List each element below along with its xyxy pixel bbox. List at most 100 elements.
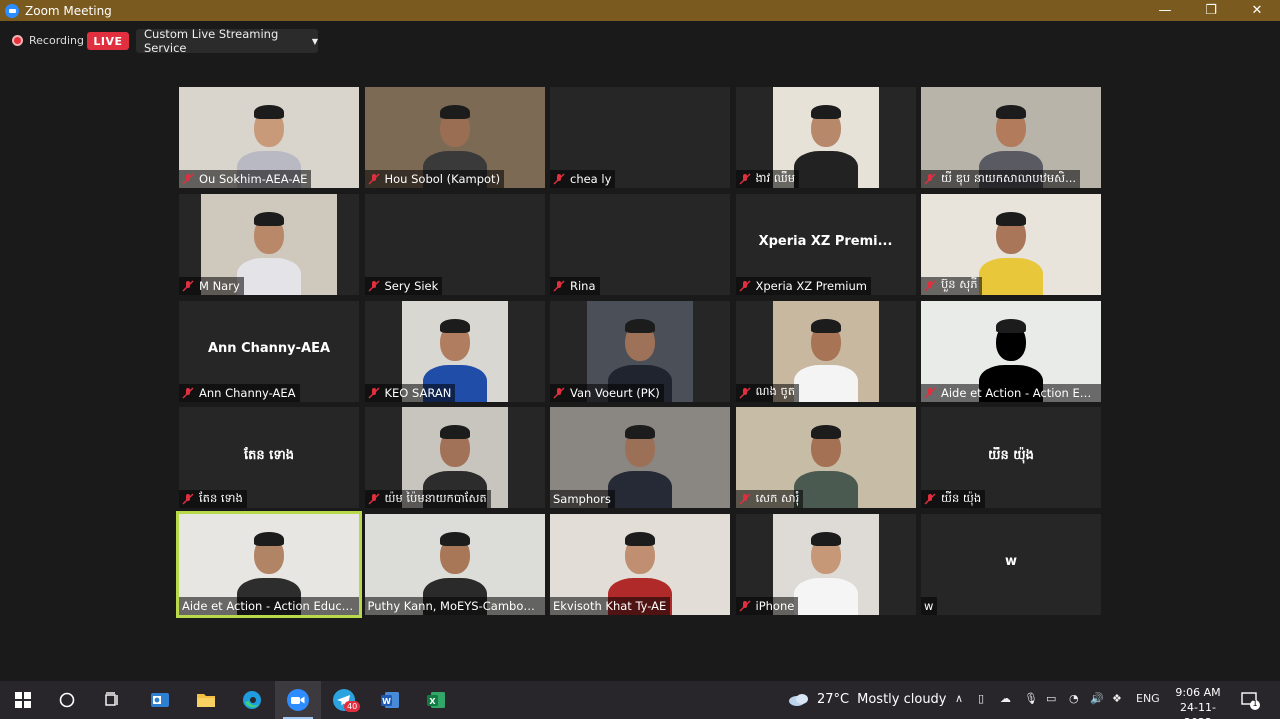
participant-center-name: យីន យ៉ុង xyxy=(988,448,1034,464)
cloud-icon xyxy=(789,694,808,706)
telegram-icon[interactable]: 40 xyxy=(331,687,361,713)
restore-button[interactable]: ❐ xyxy=(1188,0,1234,21)
weather-widget[interactable]: 27°C Mostly cloudy xyxy=(787,691,947,707)
minimize-button[interactable]: — xyxy=(1142,0,1188,21)
recording-indicator[interactable]: Recording xyxy=(12,34,84,47)
muted-mic-icon xyxy=(368,173,379,185)
muted-mic-icon xyxy=(553,173,565,185)
muted-mic-icon xyxy=(924,173,936,185)
participant-name: យ៉ម ប៉ៃមនាយកបាសែត xyxy=(384,490,487,505)
participant-name-label: សេក សារុំ xyxy=(735,490,804,509)
participant-name-label: Sery Siek xyxy=(364,276,443,295)
participant-tile[interactable]: ww xyxy=(921,514,1101,616)
zoom-icon[interactable] xyxy=(285,687,311,713)
participant-tile[interactable]: យ៉ម ប៉ៃមនាយកបាសែត xyxy=(364,407,545,509)
weather-temperature: 27°C xyxy=(817,691,850,707)
windows-taskbar: 40 W X 27°C Mostly cloudy ∧ ▯ ☁ 🎙 ▭ ◔ 🔊 … xyxy=(0,681,1280,719)
live-streaming-service-dropdown[interactable]: Custom Live Streaming Service ▼ xyxy=(136,27,318,55)
participant-tile[interactable]: M Nary xyxy=(179,193,359,295)
participant-name: Puthy Kann, MoEYS-Cambodia xyxy=(367,599,541,614)
participant-tile[interactable]: យី ឌុប នាយកសាលាបឋមសិ... xyxy=(921,87,1101,188)
task-view-icon[interactable] xyxy=(99,687,125,713)
participant-tile[interactable]: Sery Siek xyxy=(364,193,545,295)
participant-name: យីន យ៉ុង xyxy=(941,490,982,505)
close-button[interactable]: ✕ xyxy=(1234,0,1280,21)
muted-mic-icon xyxy=(553,387,565,399)
clock-date: 24-11-2022 xyxy=(1180,701,1216,719)
meeting-top-bar: Recording LIVE Custom Live Streaming Ser… xyxy=(0,21,1280,61)
participant-tile[interactable]: Ekvisoth Khat Ty-AE xyxy=(550,514,730,616)
participant-tile[interactable]: Ou Sokhim-AEA-AE xyxy=(179,87,359,188)
muted-mic-icon xyxy=(553,280,565,292)
excel-icon[interactable]: X xyxy=(423,687,449,713)
language-indicator[interactable]: ENG xyxy=(1136,692,1160,705)
participant-tile[interactable]: Aide et Action - Action Edu... xyxy=(921,300,1101,402)
notification-count: 1 xyxy=(1252,699,1258,708)
muted-mic-icon xyxy=(924,387,936,399)
participant-tile[interactable]: chea ly xyxy=(550,87,730,188)
battery-icon[interactable]: ▭ xyxy=(1046,692,1056,705)
participant-name: តែន ទោង xyxy=(199,490,243,505)
participant-tile[interactable]: Hou Sobol (Kampot) xyxy=(364,87,545,188)
participant-name-label: Aide et Action - Action Educati... xyxy=(179,597,359,616)
muted-mic-icon xyxy=(182,173,194,185)
wifi-icon[interactable]: ◔ xyxy=(1069,692,1079,705)
participant-tile[interactable]: ណង ចូត xyxy=(735,300,916,402)
participant-name: Aide et Action - Action Educati... xyxy=(182,599,355,614)
edge-icon[interactable] xyxy=(239,687,265,713)
window-title-bar: Zoom Meeting — ❐ ✕ xyxy=(0,0,1280,21)
stream-service-label: Custom Live Streaming Service xyxy=(144,27,279,55)
participant-tile[interactable]: Van Voeurt (PK) xyxy=(550,300,730,402)
window-title: Zoom Meeting xyxy=(25,3,112,18)
participant-tile[interactable]: យីន យ៉ុង យីន យ៉ុង xyxy=(921,407,1101,509)
participant-tile[interactable]: iPhone xyxy=(735,514,916,616)
file-explorer-icon[interactable] xyxy=(193,687,219,713)
participant-name-label: M Nary xyxy=(179,276,244,295)
weather-description: Mostly cloudy xyxy=(857,691,947,707)
participant-name: ណង ចូត xyxy=(755,384,796,399)
muted-mic-icon xyxy=(739,173,750,185)
participant-tile[interactable]: Ann Channy-AEA Ann Channy-AEA xyxy=(179,300,359,402)
muted-mic-icon xyxy=(368,493,379,505)
participant-name-label: Ou Sokhim-AEA-AE xyxy=(179,170,312,188)
chevron-up-icon[interactable]: ∧ xyxy=(955,692,963,705)
participant-tile[interactable]: Samphors xyxy=(550,407,730,509)
word-icon[interactable]: W xyxy=(377,687,403,713)
participant-tile[interactable]: ប៊ួន សុភី xyxy=(921,193,1101,295)
participant-tile[interactable]: Aide et Action - Action Educati... xyxy=(176,511,362,619)
microphone-icon[interactable]: 🎙 xyxy=(1024,692,1038,705)
taskbar-clock[interactable]: 9:06 AM 24-11-2022 xyxy=(1168,685,1228,719)
participant-name: Van Voeurt (PK) xyxy=(570,385,660,400)
outlook-icon[interactable] xyxy=(147,687,173,713)
participant-tile[interactable]: Xperia XZ Premi... Xperia XZ Premium xyxy=(735,193,916,295)
participant-name-label: Hou Sobol (Kampot) xyxy=(364,170,505,188)
muted-mic-icon xyxy=(368,387,379,399)
participant-name-label: iPhone xyxy=(735,597,799,616)
muted-mic-icon xyxy=(182,387,194,399)
participant-name: Xperia XZ Premium xyxy=(755,278,867,293)
onedrive-cloud-icon[interactable]: ☁ xyxy=(1000,692,1011,705)
participant-tile[interactable]: Puthy Kann, MoEYS-Cambodia xyxy=(364,514,545,616)
recording-label: Recording xyxy=(29,34,85,47)
participant-name-label: យ៉ម ប៉ៃមនាយកបាសែត xyxy=(364,490,491,509)
participant-tile[interactable]: ងាវ ឈឹម xyxy=(735,87,916,188)
muted-mic-icon xyxy=(924,493,936,505)
participant-tile[interactable]: KEO SARAN xyxy=(364,300,545,402)
participant-tile[interactable]: តែន ទោង តែន ទោង xyxy=(179,407,359,509)
volume-icon[interactable]: 🔊 xyxy=(1090,692,1104,705)
participant-name-label: Van Voeurt (PK) xyxy=(550,383,664,402)
participant-center-name: w xyxy=(1004,554,1017,570)
dropbox-icon[interactable]: ❖ xyxy=(1112,692,1122,705)
participant-name-label: ងាវ ឈឹម xyxy=(735,170,800,188)
participant-tile[interactable]: សេក សារុំ xyxy=(735,407,916,509)
participant-tile[interactable]: Rina xyxy=(550,193,730,295)
participant-center-name: តែន ទោង xyxy=(244,448,294,464)
participant-name: យី ឌុប នាយកសាលាបឋមសិ... xyxy=(941,170,1077,185)
start-icon[interactable] xyxy=(10,687,36,713)
clock-time: 9:06 AM xyxy=(1175,686,1221,699)
record-dot-icon xyxy=(12,35,23,46)
meet-now-icon[interactable]: ▯ xyxy=(978,692,984,705)
notification-center-icon[interactable]: 1 xyxy=(1240,690,1260,710)
participant-name: Ou Sokhim-AEA-AE xyxy=(199,172,308,186)
search-icon[interactable] xyxy=(54,687,80,713)
